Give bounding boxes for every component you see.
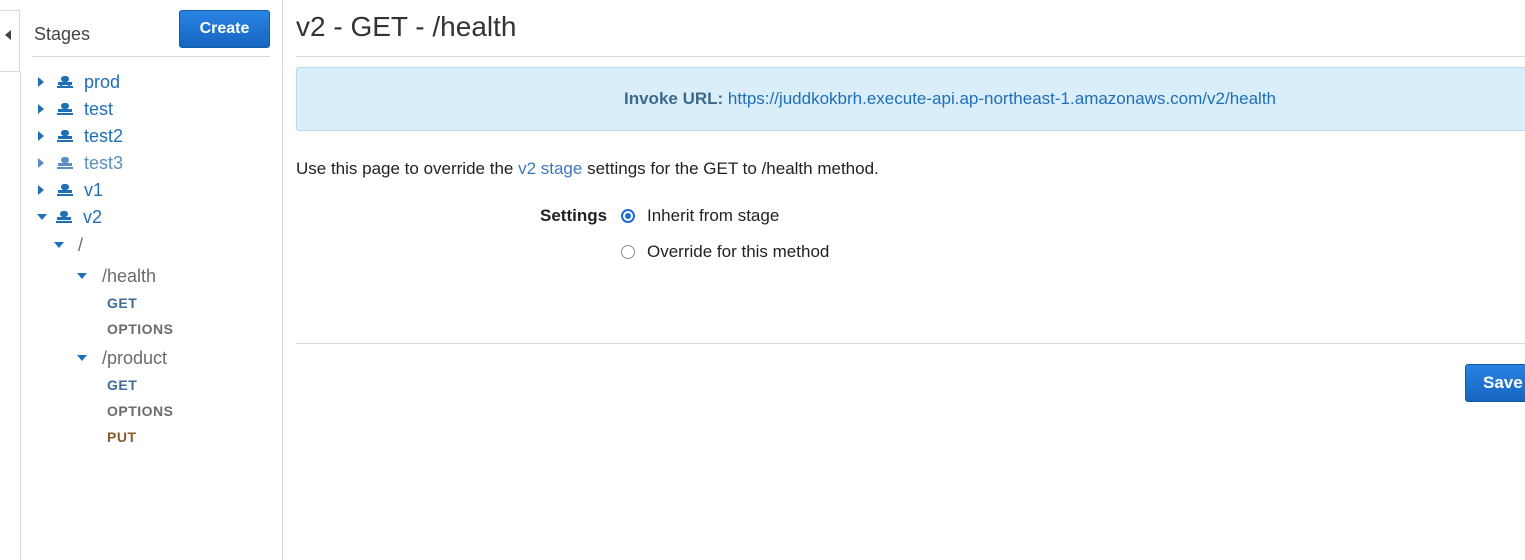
caret-right-icon[interactable]: [38, 131, 44, 141]
stage-item-test3[interactable]: test3: [38, 151, 123, 175]
radio-label: Inherit from stage: [647, 206, 780, 225]
invoke-url-link[interactable]: https://juddkokbrh.execute-api.ap-northe…: [728, 89, 1276, 108]
stages-sidebar: Stages Create prod test test2 test3 v1 v…: [20, 0, 283, 560]
stage-label: test: [84, 98, 114, 119]
stage-link[interactable]: v2 stage: [518, 159, 582, 178]
caret-right-icon[interactable]: [38, 77, 44, 87]
stage-item-test[interactable]: test: [38, 97, 113, 121]
stage-label: prod: [84, 71, 121, 92]
stage-icon: [55, 210, 73, 224]
method-options-health[interactable]: OPTIONS: [107, 321, 174, 337]
caret-left-icon[interactable]: [5, 30, 11, 40]
caret-right-icon[interactable]: [38, 185, 44, 195]
sidebar-divider: [32, 56, 270, 57]
caret-right-icon[interactable]: [38, 158, 44, 168]
stage-label: test3: [84, 152, 124, 173]
stage-item-prod[interactable]: prod: [38, 70, 120, 94]
invoke-url-banner: Invoke URL: https://juddkokbrh.execute-a…: [296, 67, 1525, 131]
stage-label: v2: [83, 206, 103, 227]
caret-down-icon[interactable]: [37, 214, 47, 220]
caret-down-icon[interactable]: [77, 355, 87, 361]
create-button[interactable]: Create: [179, 10, 270, 48]
method-options-product[interactable]: OPTIONS: [107, 403, 174, 419]
caret-down-icon[interactable]: [77, 273, 87, 279]
description-suffix: settings for the GET to /health method.: [582, 159, 879, 178]
stage-item-test2[interactable]: test2: [38, 124, 123, 148]
method-get-health[interactable]: GET: [107, 295, 137, 311]
footer-divider: [296, 343, 1525, 344]
method-get-product[interactable]: GET: [107, 377, 137, 393]
resource-label: /product: [102, 347, 168, 368]
sidebar-title: Stages: [34, 24, 91, 44]
stage-icon: [56, 75, 74, 89]
stage-icon: [56, 102, 74, 116]
method-put-product[interactable]: PUT: [107, 429, 137, 445]
resource-health[interactable]: /health: [77, 264, 156, 288]
stage-icon: [56, 129, 74, 143]
caret-right-icon[interactable]: [38, 104, 44, 114]
invoke-url-line: Invoke URL: https://juddkokbrh.execute-a…: [624, 89, 1276, 109]
resource-root[interactable]: /: [54, 233, 83, 257]
stage-label: v1: [84, 179, 104, 200]
save-button[interactable]: Save: [1465, 364, 1525, 402]
resource-label: /: [78, 234, 84, 255]
description-text: Use this page to override the v2 stage s…: [296, 159, 879, 179]
radio-inherit-from-stage[interactable]: Inherit from stage: [621, 206, 779, 226]
invoke-url-label: Invoke URL:: [624, 89, 724, 108]
stage-item-v2[interactable]: v2: [37, 205, 102, 229]
stage-icon: [56, 183, 74, 197]
title-divider: [296, 56, 1525, 57]
stage-item-v1[interactable]: v1: [38, 178, 103, 202]
radio-label: Override for this method: [647, 242, 830, 261]
radio-checked-icon[interactable]: [621, 209, 635, 223]
radio-override-method[interactable]: Override for this method: [621, 242, 829, 262]
radio-unchecked-icon[interactable]: [621, 245, 635, 259]
caret-down-icon[interactable]: [54, 242, 64, 248]
resource-product[interactable]: /product: [77, 346, 167, 370]
stage-icon: [56, 156, 74, 170]
page-title: v2 - GET - /health: [296, 11, 517, 42]
settings-label: Settings: [540, 206, 608, 225]
stage-label: test2: [84, 125, 124, 146]
description-prefix: Use this page to override the: [296, 159, 519, 178]
resource-label: /health: [102, 265, 157, 286]
sidebar-collapse-rail: [0, 10, 20, 72]
